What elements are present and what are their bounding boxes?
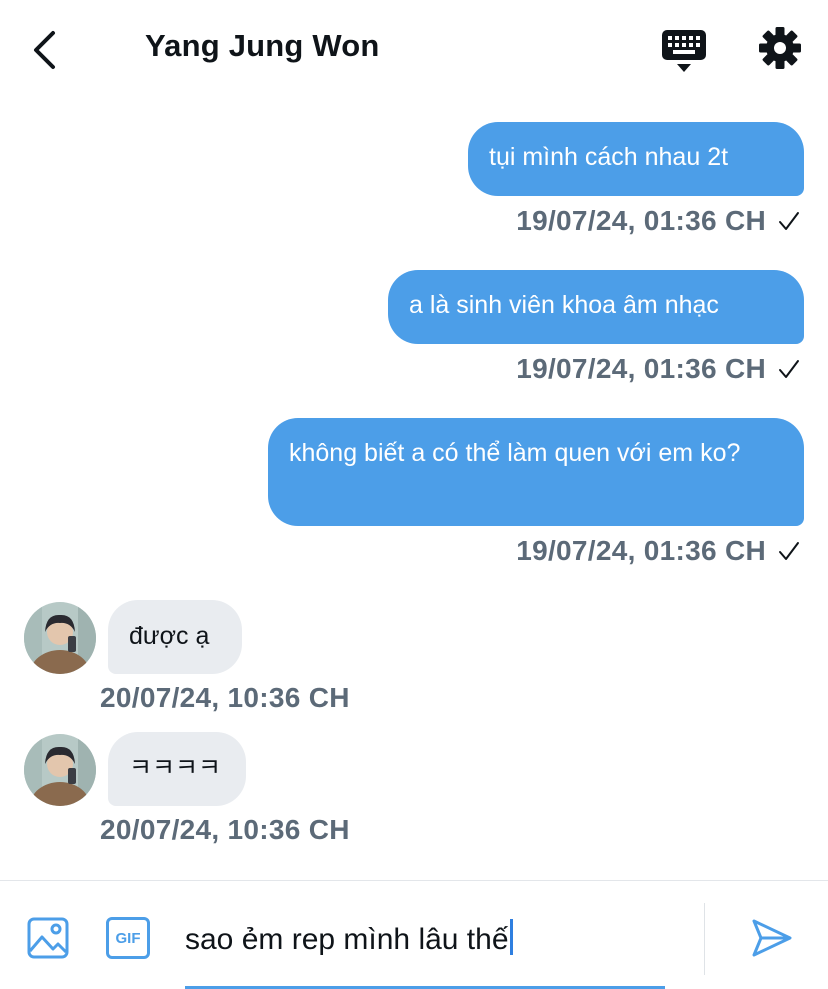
conversation-header: Yang Jung Won xyxy=(0,0,828,98)
message-timestamp: 19/07/24, 01:36 CH xyxy=(516,205,766,236)
conversation-title: Yang Jung Won xyxy=(145,28,380,63)
message-composer: GIF sao ẻm rep mình lâu thế xyxy=(0,880,828,989)
incoming-message-bubble[interactable]: được ạ xyxy=(108,600,242,674)
text-caret xyxy=(509,919,513,955)
send-icon[interactable] xyxy=(750,917,794,959)
message-input-value: sao ẻm rep mình lâu thế xyxy=(185,923,509,956)
message-input[interactable]: sao ẻm rep mình lâu thế xyxy=(185,919,665,987)
checkmark-icon xyxy=(779,360,799,378)
message-timestamp: 20/07/24, 10:36 CH xyxy=(100,682,350,713)
gif-icon[interactable]: GIF xyxy=(106,917,150,959)
checkmark-icon xyxy=(779,212,799,230)
outgoing-message-bubble[interactable]: không biết a có thể làm quen với em ko? xyxy=(268,418,804,526)
message-timestamp: 19/07/24, 01:36 CH xyxy=(516,535,766,566)
message-timestamp: 20/07/24, 10:36 CH xyxy=(100,814,350,845)
back-arrow-icon[interactable] xyxy=(26,28,66,72)
image-icon[interactable] xyxy=(27,917,69,959)
keyboard-icon[interactable] xyxy=(660,28,708,74)
composer-divider xyxy=(704,903,705,975)
avatar[interactable] xyxy=(24,734,96,806)
outgoing-message-bubble[interactable]: tụi mình cách nhau 2t xyxy=(468,122,804,196)
gear-icon[interactable] xyxy=(757,25,803,71)
incoming-message-bubble[interactable]: ㅋㅋㅋㅋ xyxy=(108,732,246,806)
avatar[interactable] xyxy=(24,602,96,674)
checkmark-icon xyxy=(779,542,799,560)
outgoing-message-bubble[interactable]: a là sinh viên khoa âm nhạc xyxy=(388,270,804,344)
message-timestamp: 19/07/24, 01:36 CH xyxy=(516,353,766,384)
